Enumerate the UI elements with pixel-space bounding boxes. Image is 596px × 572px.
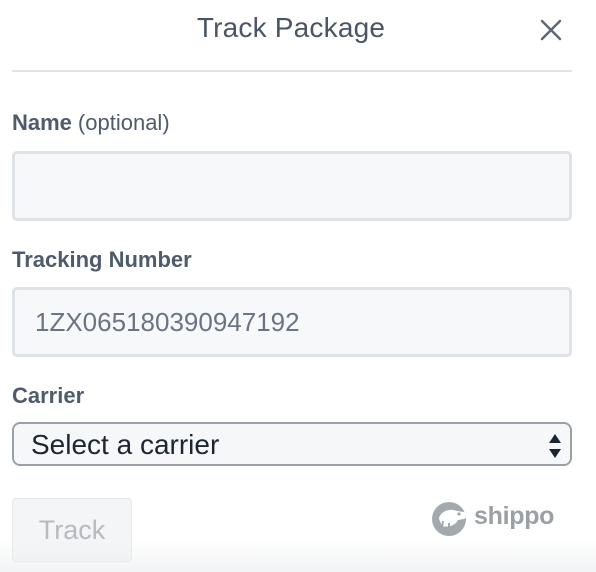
dialog-header: Track Package [0, 0, 596, 70]
header-divider [12, 70, 572, 72]
dialog-title: Track Package [196, 12, 386, 43]
track-package-dialog: Track Package Name (optional) Tracking Nu… [0, 0, 596, 572]
shippo-brand-name: shippo [474, 502, 555, 530]
name-label: Name (optional) [12, 110, 170, 136]
name-label-text: Name [12, 110, 72, 135]
select-arrows-icon [549, 434, 561, 458]
carrier-label: Carrier [12, 383, 85, 408]
track-button[interactable]: Track [12, 498, 132, 562]
close-button[interactable] [533, 12, 569, 48]
shippo-logo-icon [432, 502, 467, 536]
shippo-brand: shippo [430, 497, 560, 537]
carrier-select[interactable]: Select a carrier [12, 422, 572, 466]
carrier-select-value: Select a carrier [31, 429, 220, 460]
tracking-number-label: Tracking Number [12, 247, 192, 272]
name-optional-hint: (optional) [77, 110, 170, 135]
tracking-number-input[interactable] [12, 287, 572, 357]
close-icon [540, 19, 562, 41]
name-input[interactable] [12, 151, 572, 221]
